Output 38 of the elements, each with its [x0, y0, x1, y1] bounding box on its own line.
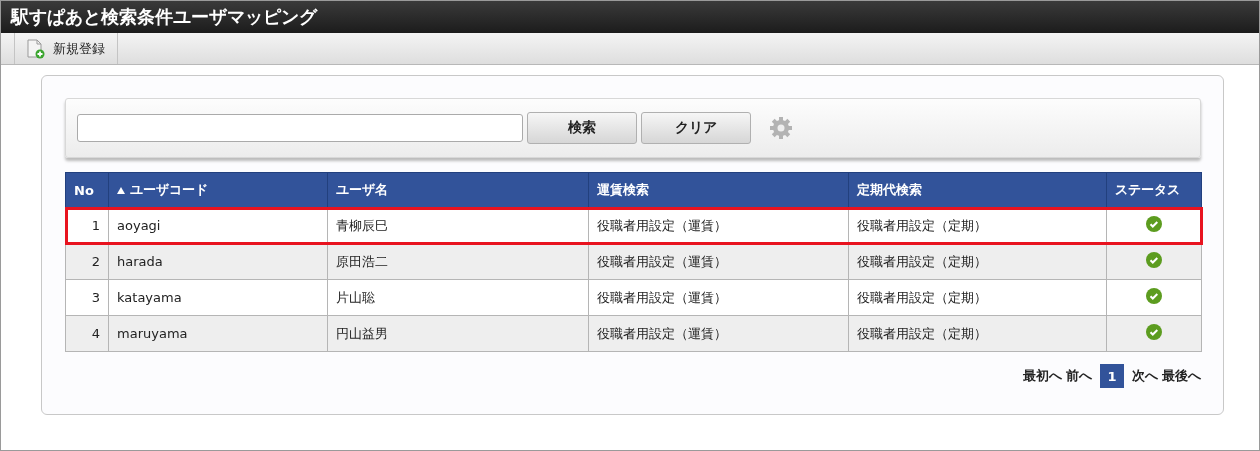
column-header[interactable]: No [65, 172, 109, 208]
table-cell: 役職者用設定（運賃） [588, 207, 849, 244]
first-page-link[interactable]: 最初へ [1023, 367, 1062, 385]
table-cell: katayama [108, 279, 328, 316]
table-cell: 4 [65, 315, 109, 352]
table-cell: 役職者用設定（定期） [848, 315, 1107, 352]
table-cell: 原田浩二 [327, 243, 589, 280]
column-header[interactable]: ユーザ名 [327, 172, 589, 208]
column-header[interactable]: 定期代検索 [848, 172, 1107, 208]
window-title: 駅すぱあと検索条件ユーザマッピング [1, 1, 1259, 33]
search-field[interactable] [77, 114, 523, 142]
new-entry-button[interactable]: 新規登録 [14, 33, 118, 64]
table-cell: 役職者用設定（運賃） [588, 315, 849, 352]
last-page-link[interactable]: 最後へ [1162, 367, 1201, 385]
table-cell: 役職者用設定（運賃） [588, 279, 849, 316]
search-bar-button[interactable]: クリア [641, 112, 751, 144]
table-cell: 役職者用設定（定期） [848, 207, 1107, 244]
table-cell: maruyama [108, 315, 328, 352]
table-cell: 2 [65, 243, 109, 280]
table-cell: 役職者用設定（運賃） [588, 243, 849, 280]
column-header[interactable]: 運賃検索 [588, 172, 849, 208]
next-page-link[interactable]: 次へ [1132, 367, 1158, 385]
table-cell: aoyagi [108, 207, 328, 244]
table-cell: 1 [65, 207, 109, 244]
column-header[interactable]: ユーザコード [108, 172, 328, 208]
settings-icon[interactable] [769, 116, 793, 140]
table-cell: 片山聡 [327, 279, 589, 316]
table-cell: 役職者用設定（定期） [848, 279, 1107, 316]
table-cell: 3 [65, 279, 109, 316]
page-number-button[interactable]: 1 [1100, 364, 1124, 388]
search-bar-button[interactable]: 検索 [527, 112, 637, 144]
column-header[interactable]: ステータス [1106, 172, 1202, 208]
table-cell: 役職者用設定（定期） [848, 243, 1107, 280]
table-cell: 青柳辰巳 [327, 207, 589, 244]
new-document-icon [27, 38, 45, 59]
table-cell: 円山益男 [327, 315, 589, 352]
previous-page-link[interactable]: 前へ [1066, 367, 1092, 385]
table-cell: harada [108, 243, 328, 280]
